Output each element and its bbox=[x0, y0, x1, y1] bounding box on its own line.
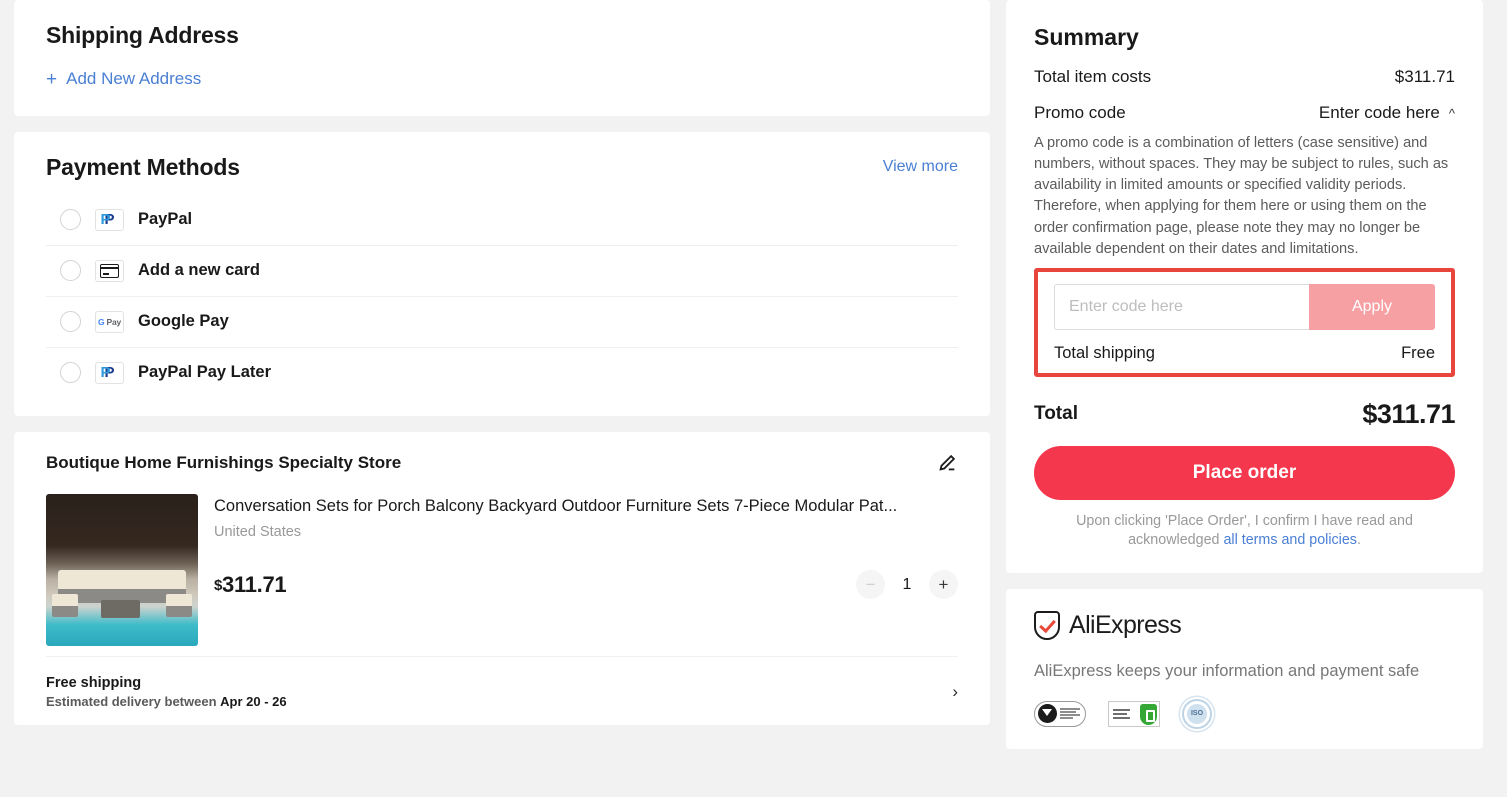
price-row: $311.71 − 1 + bbox=[214, 570, 958, 600]
terms-and-policies-link[interactable]: all terms and policies bbox=[1223, 532, 1357, 548]
paypal-icon: P bbox=[95, 361, 124, 384]
radio-paypal[interactable] bbox=[60, 209, 81, 230]
free-shipping-label: Free shipping bbox=[46, 674, 142, 691]
shipping-address-title: Shipping Address bbox=[46, 22, 239, 48]
truste-seal-icon bbox=[1034, 700, 1086, 727]
trust-badges: ISO bbox=[1034, 698, 1455, 729]
product-info: Conversation Sets for Porch Balcony Back… bbox=[214, 494, 958, 646]
promo-code-toggle[interactable]: Enter code here ^ bbox=[1319, 103, 1455, 123]
product-title[interactable]: Conversation Sets for Porch Balcony Back… bbox=[214, 496, 958, 517]
aliexpress-wordmark: AliExpress bbox=[1069, 610, 1182, 639]
promo-input-group: Apply bbox=[1054, 283, 1435, 330]
total-shipping-label: Total shipping bbox=[1054, 343, 1155, 362]
aliexpress-trust-card: AliExpress AliExpress keeps your informa… bbox=[1006, 588, 1483, 749]
payment-option-paypal-pay-later[interactable]: P PayPal Pay Later bbox=[46, 348, 958, 398]
price-amount: 311.71 bbox=[222, 571, 287, 597]
chevron-up-icon: ^ bbox=[1448, 105, 1455, 121]
store-name: Boutique Home Furnishings Specialty Stor… bbox=[46, 452, 402, 472]
place-order-button[interactable]: Place order bbox=[1034, 445, 1455, 500]
promo-code-description: A promo code is a combination of letters… bbox=[1034, 135, 1449, 257]
plus-icon: + bbox=[46, 68, 58, 90]
order-item-body: Conversation Sets for Porch Balcony Back… bbox=[46, 480, 958, 646]
delivery-estimate-dates: Apr 20 - 26 bbox=[220, 693, 287, 709]
left-column: Shipping Address + Add New Address Payme… bbox=[14, 0, 990, 797]
summary-title: Summary bbox=[1034, 24, 1139, 50]
quantity-value: 1 bbox=[902, 575, 912, 593]
payment-option-paypal[interactable]: P PayPal bbox=[46, 195, 958, 246]
add-new-address-label: Add New Address bbox=[66, 69, 202, 88]
payment-option-label: Google Pay bbox=[138, 312, 229, 330]
total-item-costs-row: Total item costs $311.71 bbox=[1034, 67, 1455, 87]
total-item-costs-value: $311.71 bbox=[1394, 67, 1455, 86]
store-row: Boutique Home Furnishings Specialty Stor… bbox=[46, 452, 958, 480]
paypal-icon: P bbox=[95, 208, 124, 231]
product-price: $311.71 bbox=[214, 571, 287, 598]
iso-label: ISO bbox=[1187, 703, 1207, 724]
total-row: Total $311.71 bbox=[1034, 399, 1455, 430]
order-item-card: Boutique Home Furnishings Specialty Stor… bbox=[14, 431, 990, 725]
promo-code-label: Promo code bbox=[1034, 103, 1126, 122]
right-column: Summary Total item costs $311.71 Promo c… bbox=[1006, 0, 1483, 797]
aliexpress-logo: AliExpress bbox=[1034, 610, 1455, 640]
radio-new-card[interactable] bbox=[60, 260, 81, 281]
iso-certified-icon: ISO bbox=[1182, 698, 1212, 729]
total-item-costs-label: Total item costs bbox=[1034, 67, 1152, 86]
payment-option-label: Add a new card bbox=[138, 261, 260, 279]
radio-google-pay[interactable] bbox=[60, 311, 81, 332]
product-ship-from: United States bbox=[214, 524, 302, 541]
payment-option-label: PayPal Pay Later bbox=[138, 363, 271, 381]
apply-promo-button[interactable]: Apply bbox=[1309, 283, 1435, 330]
trust-tagline: AliExpress keeps your information and pa… bbox=[1034, 661, 1420, 680]
total-value: $311.71 bbox=[1362, 398, 1455, 429]
total-label: Total bbox=[1034, 403, 1078, 425]
quantity-decrease-button[interactable]: − bbox=[856, 570, 885, 600]
google-pay-icon: G Pay bbox=[95, 310, 124, 333]
delivery-estimate: Estimated delivery between Apr 20 - 26 bbox=[46, 694, 287, 709]
quantity-stepper: − 1 + bbox=[856, 570, 958, 600]
shipping-info-text: Free shipping Estimated delivery between… bbox=[46, 675, 287, 709]
checkout-page: Shipping Address + Add New Address Payme… bbox=[0, 0, 1507, 797]
terms-notice: Upon clicking 'Place Order', I confirm I… bbox=[1034, 512, 1455, 551]
chevron-right-icon[interactable]: › bbox=[952, 682, 958, 702]
payment-option-google-pay[interactable]: G Pay Google Pay bbox=[46, 297, 958, 348]
shipping-address-card: Shipping Address + Add New Address bbox=[14, 0, 990, 116]
currency-symbol: $ bbox=[214, 576, 223, 594]
payment-option-label: PayPal bbox=[138, 210, 193, 228]
delivery-estimate-prefix: Estimated delivery between bbox=[46, 693, 217, 709]
terms-suffix: . bbox=[1356, 532, 1361, 549]
payment-methods-title: Payment Methods bbox=[46, 153, 240, 180]
promo-code-toggle-label: Enter code here bbox=[1318, 103, 1440, 122]
quantity-increase-button[interactable]: + bbox=[929, 570, 958, 600]
aliexpress-shield-icon bbox=[1034, 610, 1060, 640]
promo-highlight-region: Apply Total shipping Free bbox=[1034, 267, 1455, 377]
promo-code-row: Promo code Enter code here ^ bbox=[1034, 103, 1455, 123]
payment-methods-list: P PayPal Add a new card G Pay Google Pay… bbox=[46, 195, 958, 398]
payment-option-new-card[interactable]: Add a new card bbox=[46, 246, 958, 297]
ssl-secure-icon bbox=[1108, 700, 1160, 727]
total-shipping-row: Total shipping Free bbox=[1054, 344, 1435, 363]
promo-code-input[interactable] bbox=[1054, 283, 1309, 330]
view-more-link[interactable]: View more bbox=[883, 158, 958, 176]
total-shipping-value: Free bbox=[1401, 343, 1435, 362]
credit-card-icon bbox=[95, 259, 124, 282]
payment-methods-header: Payment Methods View more bbox=[46, 154, 958, 181]
radio-paypal-pay-later[interactable] bbox=[60, 362, 81, 383]
shipping-info-row[interactable]: Free shipping Estimated delivery between… bbox=[46, 655, 958, 725]
product-thumbnail[interactable] bbox=[46, 493, 198, 646]
summary-card: Summary Total item costs $311.71 Promo c… bbox=[1006, 0, 1483, 573]
pencil-icon[interactable] bbox=[936, 452, 958, 474]
payment-methods-card: Payment Methods View more P PayPal Add a… bbox=[14, 131, 990, 416]
add-new-address-button[interactable]: + Add New Address bbox=[46, 69, 201, 89]
